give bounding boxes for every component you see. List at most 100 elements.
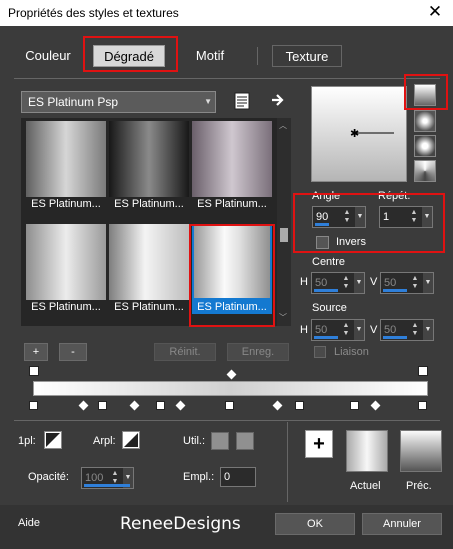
vertical-divider <box>287 422 288 502</box>
highlight-box <box>189 224 275 327</box>
gradient-swatch <box>192 121 272 197</box>
sunburst-gradient-icon[interactable] <box>414 135 436 157</box>
chevron-down-icon[interactable]: ▼ <box>354 320 364 340</box>
background-icon[interactable] <box>122 431 140 449</box>
gradient-combo[interactable]: ES Platinum Psp ▼ <box>21 91 216 113</box>
styles-textures-dialog: Propriétés des styles et textures ✕ Coul… <box>0 0 453 549</box>
scrollbar-thumb[interactable] <box>280 228 288 242</box>
source-h-value: 50 <box>315 324 328 336</box>
arpl-label: Arpl: <box>93 435 116 447</box>
chevron-down-icon: ▼ <box>204 97 212 106</box>
tab-couleur[interactable]: Couleur <box>16 45 80 67</box>
gradient-swatch <box>26 224 106 300</box>
link-label: Liaison <box>334 346 369 358</box>
gradient-item[interactable]: ES Platinum... <box>109 121 189 211</box>
rect-gradient-icon[interactable] <box>414 110 436 132</box>
chevron-down-icon[interactable]: ﹀ <box>279 312 287 323</box>
highlight-box <box>404 74 448 110</box>
current-swatch <box>346 430 388 472</box>
midpoint-marker[interactable] <box>78 400 89 411</box>
chevron-down-icon[interactable]: ▼ <box>354 273 364 293</box>
source-label: Source <box>312 302 347 314</box>
stop-marker[interactable] <box>156 401 165 410</box>
tab-divider <box>14 78 440 79</box>
tab-texture[interactable]: Texture <box>272 45 342 67</box>
source-v-label: V <box>370 324 378 336</box>
tab-motif[interactable]: Motif <box>186 45 234 67</box>
midpoint-marker[interactable] <box>272 400 283 411</box>
stop-marker[interactable] <box>295 401 304 410</box>
chevron-down-icon[interactable]: ▼ <box>423 273 433 293</box>
value-bar <box>383 336 407 339</box>
gradient-label: ES Platinum... <box>31 301 101 313</box>
center-h-label: H <box>300 276 308 288</box>
reset-button[interactable]: Réinit. <box>154 343 216 361</box>
spin-arrows-icon[interactable]: ▲ ▼ <box>342 275 350 291</box>
radial-gradient-icon[interactable] <box>414 160 436 182</box>
source-h-label: H <box>300 324 308 336</box>
editor-divider <box>14 420 440 421</box>
opacity-value: 100 <box>85 472 104 484</box>
gradient-item[interactable]: ES Platinum... <box>109 224 189 314</box>
gradient-item[interactable]: ES Platinum... <box>26 224 106 314</box>
gradient-bar[interactable] <box>33 381 428 396</box>
source-h-field[interactable]: 50 ▲ ▼ ▼ <box>311 319 365 341</box>
stop-marker[interactable] <box>98 401 107 410</box>
center-v-label: V <box>370 276 378 288</box>
center-label: Centre <box>312 256 346 268</box>
foreground-icon[interactable] <box>44 431 62 449</box>
midpoint-marker[interactable] <box>175 400 186 411</box>
cancel-button[interactable]: Annuler <box>362 513 442 535</box>
util-label: Util.: <box>183 435 205 447</box>
current-label: Actuel <box>350 480 381 492</box>
add-gradient-button[interactable]: + <box>24 343 48 361</box>
gradient-label: ES Platinum... <box>197 198 267 210</box>
document-icon[interactable] <box>234 92 250 110</box>
center-h-field[interactable]: 50 ▲ ▼ ▼ <box>311 272 365 294</box>
remove-gradient-button[interactable]: - <box>59 343 87 361</box>
spin-arrows-icon[interactable]: ▲ ▼ <box>342 322 350 338</box>
gradient-item[interactable]: ES Platinum... <box>26 121 106 211</box>
chevron-up-icon[interactable]: ︿ <box>279 120 287 131</box>
midpoint-marker[interactable] <box>129 400 140 411</box>
spin-arrows-icon[interactable]: ▲ ▼ <box>411 322 419 338</box>
list-scrollbar[interactable]: ︿ ﹀ <box>277 118 291 326</box>
ok-button[interactable]: OK <box>275 513 355 535</box>
previous-swatch[interactable] <box>400 430 442 472</box>
help-link[interactable]: Aide <box>18 517 40 529</box>
stop-marker[interactable] <box>418 366 428 376</box>
user-color-swatch[interactable] <box>211 432 229 450</box>
tab-separator <box>257 47 258 65</box>
empl-label: Empl.: <box>183 471 215 483</box>
center-h-value: 50 <box>315 277 328 289</box>
gradient-swatch <box>109 224 189 300</box>
chevron-down-icon[interactable]: ▼ <box>423 320 433 340</box>
arrow-right-icon[interactable] <box>270 92 286 108</box>
stop-marker[interactable] <box>29 366 39 376</box>
add-swatch-button[interactable]: + <box>305 430 333 458</box>
source-v-field[interactable]: 50 ▲ ▼ ▼ <box>380 319 434 341</box>
opacity-field[interactable]: 100 ▲ ▼ ▼ <box>81 467 134 489</box>
center-v-field[interactable]: 50 ▲ ▼ ▼ <box>380 272 434 294</box>
stop-marker[interactable] <box>225 401 234 410</box>
highlight-box <box>293 193 445 253</box>
source-v-value: 50 <box>384 324 397 336</box>
spin-arrows-icon[interactable]: ▲ ▼ <box>411 275 419 291</box>
stop-marker[interactable] <box>350 401 359 410</box>
save-button[interactable]: Enreg. <box>227 343 289 361</box>
value-bar <box>383 289 407 292</box>
midpoint-marker[interactable] <box>370 400 381 411</box>
stop-marker[interactable] <box>418 401 427 410</box>
gradient-preview[interactable]: ✱ <box>311 86 407 182</box>
opacity-label: Opacité: <box>28 471 69 483</box>
first-plan-label: 1pl: <box>18 435 36 447</box>
empl-field[interactable]: 0 <box>220 467 256 487</box>
title-bar: Propriétés des styles et textures ✕ <box>0 0 453 26</box>
empl-value: 0 <box>224 471 231 483</box>
stop-marker[interactable] <box>29 401 38 410</box>
user-color-swatch[interactable] <box>236 432 254 450</box>
close-icon[interactable]: ✕ <box>425 2 445 22</box>
midpoint-marker[interactable] <box>226 369 237 380</box>
link-checkbox[interactable] <box>314 346 326 358</box>
gradient-item[interactable]: ES Platinum... <box>192 121 272 211</box>
